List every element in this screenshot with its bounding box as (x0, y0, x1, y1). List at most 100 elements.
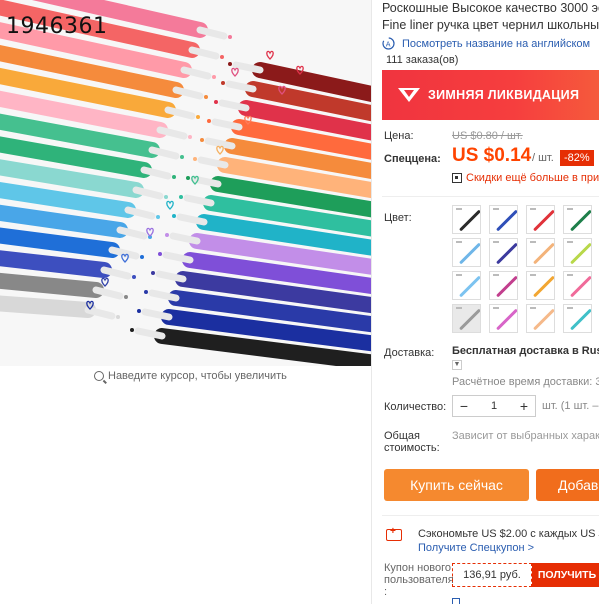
promo-banner-text: ЗИМНЯЯ ЛИКВИДАЦИЯ (428, 88, 580, 102)
promo-banner[interactable]: ЗИМНЯЯ ЛИКВИДАЦИЯ (382, 70, 599, 120)
magnifier-icon (94, 371, 104, 381)
zoom-hint-text: Наведите курсор, чтобы увеличить (108, 370, 287, 382)
shipping-label: Доставка: (384, 347, 435, 359)
price-label: Цена: (384, 130, 414, 142)
pen-icon (496, 209, 517, 232)
new-user-coupon-label: Купон нового пользователя : (384, 562, 454, 598)
color-swatch[interactable] (563, 205, 592, 234)
quantity-increase-button[interactable]: + (513, 398, 535, 414)
color-swatch[interactable] (526, 304, 555, 333)
pens-illustration (0, 0, 371, 366)
pen-icon (533, 308, 554, 331)
color-swatch[interactable] (489, 238, 518, 267)
chevron-down-icon[interactable]: ▼ (452, 360, 462, 370)
color-swatch[interactable] (489, 205, 518, 234)
new-user-coupon-label-line: : (384, 586, 388, 598)
pen-icon (459, 242, 480, 265)
pen-icon (570, 308, 591, 331)
swatch-brand-mark (530, 307, 536, 309)
buy-now-button[interactable]: Купить сейчас (384, 469, 529, 501)
divider (382, 515, 599, 516)
shipping-time: Расчётное время доставки: 30- (452, 376, 599, 388)
color-swatch[interactable] (452, 271, 481, 300)
price-unit: / шт. (532, 152, 554, 164)
swatch-brand-mark (567, 241, 573, 243)
color-swatch[interactable] (526, 271, 555, 300)
swatch-brand-mark (567, 274, 573, 276)
product-title-line: Роскошные Высокое качество 3000 эс (382, 1, 599, 15)
image-watermark-id: 1946361 (6, 14, 108, 39)
divider (382, 196, 599, 197)
swatch-brand-mark (530, 274, 536, 276)
old-price: US $0.80 / шт. (452, 130, 523, 142)
quantity-input[interactable]: 1 (475, 400, 513, 412)
quantity-decrease-button[interactable]: − (453, 398, 475, 414)
product-title: Роскошные Высокое качество 3000 эс Fine … (382, 0, 599, 34)
pen-icon (496, 242, 517, 265)
color-swatch[interactable] (563, 238, 592, 267)
pen-icon (459, 209, 480, 232)
swatch-brand-mark (567, 307, 573, 309)
translate-icon: A (382, 37, 395, 50)
bulk-discount-link[interactable]: Скидки ещё больше в прило (452, 172, 599, 184)
orders-count: 111 заказа(ов) (386, 54, 459, 66)
color-label: Цвет: (384, 212, 412, 224)
shipping-value[interactable]: Бесплатная доставка в Russia (452, 345, 599, 357)
pen-icon (533, 242, 554, 265)
swatch-brand-mark (493, 241, 499, 243)
product-title-line: Fine liner ручка цвет чернил школьны (382, 18, 599, 32)
get-new-user-coupon-button[interactable]: ПОЛУЧИТЬ (532, 563, 599, 587)
swatch-brand-mark (456, 274, 462, 276)
quantity-label: Количество: (384, 401, 447, 413)
swatch-brand-mark (456, 241, 462, 243)
translate-link-text: Посмотреть название на английском (402, 37, 591, 50)
color-swatch[interactable] (452, 238, 481, 267)
color-swatch[interactable] (489, 304, 518, 333)
pen-icon (570, 242, 591, 265)
color-swatch[interactable] (452, 304, 481, 333)
coupon-icon (386, 526, 402, 541)
total-label-line: Общая (384, 430, 420, 442)
pen-icon (533, 209, 554, 232)
swatch-brand-mark (530, 208, 536, 210)
translate-title-link[interactable]: A Посмотреть название на английском (382, 37, 590, 50)
pen-icon (533, 275, 554, 298)
new-user-coupon-label-line: Купон нового (384, 562, 452, 574)
pen-icon (496, 308, 517, 331)
product-info-panel: Роскошные Высокое качество 3000 эс Fine … (372, 0, 599, 604)
qr-code-icon (452, 173, 462, 183)
pen-icon (570, 275, 591, 298)
discount-badge: -82% (560, 150, 594, 166)
sale-price: US $0.14 (452, 145, 532, 166)
new-user-coupon-label-line: пользователя (384, 574, 454, 586)
special-price-label: Спеццена: (384, 153, 441, 165)
quantity-stepper: − 1 + (452, 395, 536, 417)
quantity-unit: шт. (1 шт. – м (542, 400, 599, 412)
color-swatch[interactable] (526, 205, 555, 234)
swatch-brand-mark (456, 307, 462, 309)
swatch-brand-mark (567, 208, 573, 210)
get-coupon-link[interactable]: Получите Спецкупон > (418, 542, 534, 554)
total-label: Общая стоимость: (384, 430, 440, 454)
color-swatch[interactable] (526, 238, 555, 267)
checkbox[interactable] (452, 598, 460, 604)
new-user-coupon-amount: 136,91 руб. (452, 563, 532, 587)
color-swatch[interactable] (563, 304, 592, 333)
total-label-line: стоимость: (384, 442, 440, 454)
product-image[interactable]: 1946361 (0, 0, 371, 366)
swatch-brand-mark (493, 208, 499, 210)
zoom-hint: Наведите курсор, чтобы увеличить (94, 370, 287, 382)
coupon-offer-text: Сэкономьте US $2.00 с каждых US $15.0 (418, 528, 599, 540)
pen-icon (570, 209, 591, 232)
pen-icon (496, 275, 517, 298)
promo-logo-icon (398, 88, 420, 102)
total-value: Зависит от выбранных характе (452, 430, 599, 442)
color-swatch[interactable] (452, 205, 481, 234)
color-swatch[interactable] (563, 271, 592, 300)
pen-icon (459, 275, 480, 298)
add-to-cart-button[interactable]: Добав (536, 469, 599, 501)
swatch-brand-mark (493, 307, 499, 309)
color-swatch[interactable] (489, 271, 518, 300)
swatch-brand-mark (493, 274, 499, 276)
swatch-brand-mark (456, 208, 462, 210)
